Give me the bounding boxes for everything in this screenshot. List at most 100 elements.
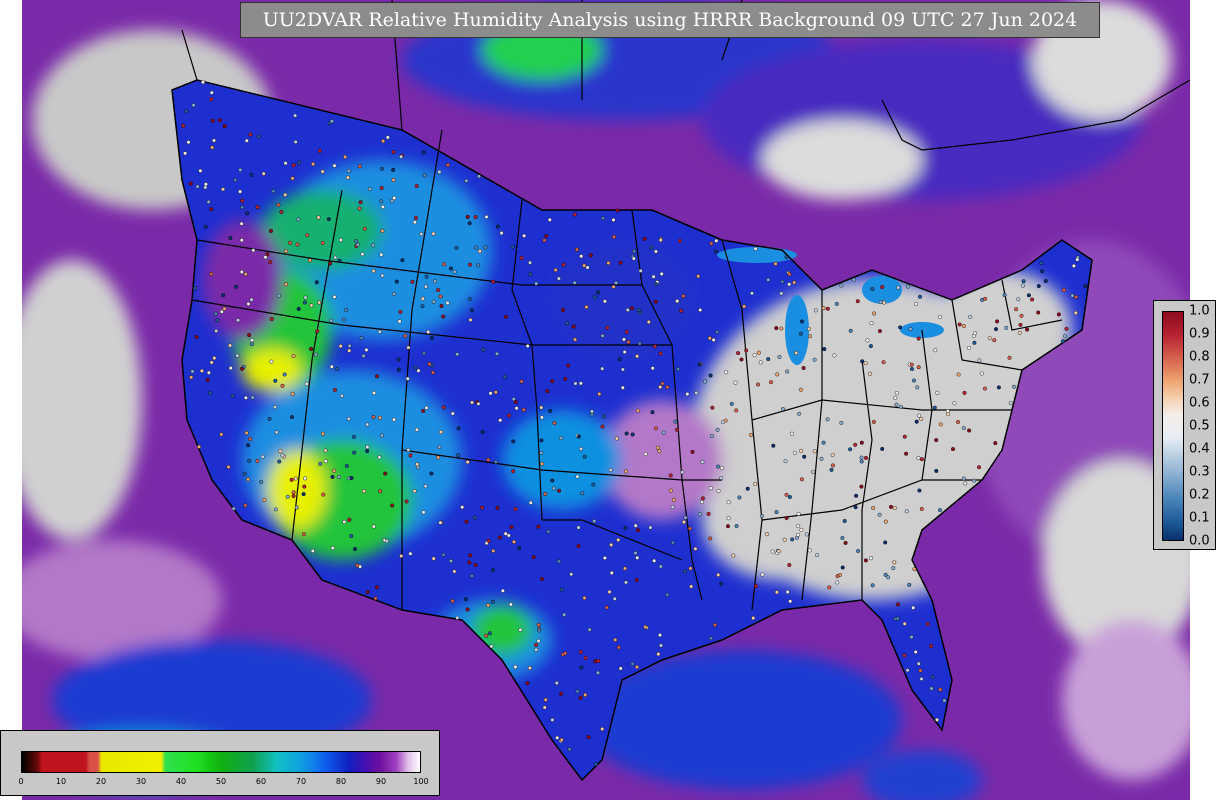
map-title: UU2DVAR Relative Humidity Analysis using… [262, 9, 1078, 31]
station-marker [789, 431, 794, 436]
station-marker [579, 254, 584, 259]
station-marker [871, 419, 876, 424]
station-marker [822, 347, 827, 352]
station-marker [309, 346, 314, 351]
station-marker [892, 506, 897, 511]
station-marker [777, 355, 782, 360]
station-marker [245, 211, 250, 216]
station-marker [313, 352, 318, 357]
station-marker [961, 426, 966, 431]
station-marker [517, 546, 522, 551]
station-marker [288, 240, 293, 245]
station-marker [909, 635, 914, 640]
station-marker [982, 386, 987, 391]
station-marker [269, 317, 274, 322]
station-marker [665, 385, 670, 390]
station-marker [380, 228, 385, 233]
station-marker [397, 319, 402, 324]
station-marker [813, 308, 818, 313]
station-marker [304, 381, 309, 386]
station-marker [807, 548, 812, 553]
station-marker [893, 395, 898, 400]
station-marker [441, 552, 446, 557]
station-marker [658, 351, 663, 356]
station-marker [583, 692, 588, 697]
station-marker [792, 280, 797, 285]
station-marker [656, 652, 661, 657]
station-marker [972, 478, 977, 483]
station-marker [423, 284, 428, 289]
station-marker [870, 583, 875, 588]
station-marker [859, 459, 864, 464]
station-marker [383, 471, 388, 476]
station-marker [588, 253, 593, 258]
station-marker [497, 535, 502, 540]
station-marker [1061, 288, 1066, 293]
station-marker [392, 196, 397, 201]
station-marker [615, 208, 620, 213]
station-marker [260, 454, 265, 459]
station-marker [415, 462, 420, 467]
station-marker [472, 515, 477, 520]
station-marker [467, 297, 472, 302]
station-marker [491, 548, 496, 553]
station-marker [302, 484, 307, 489]
station-marker [633, 523, 638, 528]
station-marker [421, 510, 426, 515]
station-marker [513, 664, 518, 669]
station-marker [583, 655, 588, 660]
station-marker [205, 378, 210, 383]
station-marker [906, 284, 911, 289]
station-marker [1043, 279, 1048, 284]
station-marker [480, 430, 485, 435]
station-marker [765, 532, 770, 537]
station-marker [437, 169, 442, 174]
station-marker [716, 464, 721, 469]
station-marker [775, 372, 780, 377]
station-marker [842, 519, 847, 524]
station-marker [787, 563, 792, 568]
station-marker [617, 357, 622, 362]
station-marker [1071, 263, 1076, 268]
station-marker [601, 216, 606, 221]
station-marker [657, 449, 662, 454]
station-marker [317, 300, 322, 305]
station-marker [575, 689, 580, 694]
station-marker [431, 556, 436, 561]
station-marker [441, 314, 446, 319]
station-marker [209, 207, 214, 212]
station-marker [571, 324, 576, 329]
station-marker [228, 236, 233, 241]
station-marker [609, 542, 614, 547]
station-marker [273, 507, 278, 512]
station-marker [427, 362, 432, 367]
station-marker [854, 493, 859, 498]
station-marker [261, 171, 266, 176]
station-marker [894, 402, 899, 407]
station-marker [365, 449, 370, 454]
station-marker [907, 582, 912, 587]
station-marker [323, 459, 328, 464]
humidity-tick-label: 0 [18, 777, 24, 786]
station-marker [707, 336, 712, 341]
station-marker [1070, 293, 1075, 298]
station-marker [539, 405, 544, 410]
station-marker [274, 430, 279, 435]
station-marker [238, 189, 243, 194]
station-marker [894, 391, 899, 396]
station-marker [835, 580, 840, 585]
station-marker [932, 405, 937, 410]
station-marker [247, 333, 252, 338]
station-marker [283, 161, 288, 166]
station-marker [708, 486, 713, 491]
station-marker [609, 570, 614, 575]
station-marker [352, 450, 357, 455]
station-marker [918, 294, 923, 299]
station-marker [579, 665, 584, 670]
station-marker [271, 189, 276, 194]
station-marker [557, 488, 562, 493]
station-marker [321, 431, 326, 436]
station-marker [420, 296, 425, 301]
station-marker [243, 503, 248, 508]
station-marker [566, 363, 571, 368]
